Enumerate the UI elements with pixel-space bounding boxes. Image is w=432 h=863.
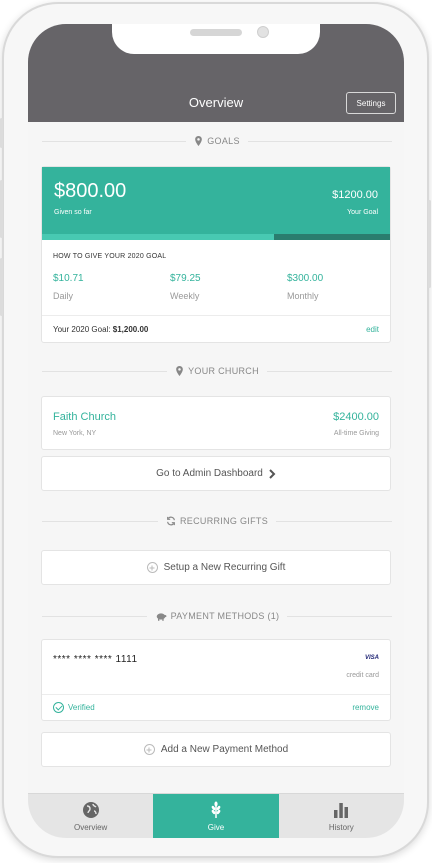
goal-footer: Your 2020 Goal: $1,200.00 edit [42, 315, 390, 342]
church-card[interactable]: Faith Church New York, NY $2400.00 All-t… [41, 396, 391, 450]
section-title: YOUR CHURCH [188, 366, 259, 376]
add-payment-method-button[interactable]: Add a New Payment Method [41, 732, 391, 767]
church-location: New York, NY [53, 430, 97, 437]
admin-dashboard-button[interactable]: Go to Admin Dashboard [41, 456, 391, 491]
given-label: Given so far [54, 209, 92, 216]
visa-icon: VISA [364, 655, 379, 661]
church-giving-amount: $2400.00 [333, 411, 379, 423]
tab-overview[interactable]: Overview [28, 794, 153, 838]
piggy-bank-icon [156, 612, 167, 621]
camera [257, 26, 269, 38]
setup-recurring-gift-button[interactable]: Setup a New Recurring Gift [41, 550, 391, 585]
weekly-label: Weekly [170, 291, 200, 301]
monthly-label: Monthly [287, 291, 319, 301]
plus-circle-icon [146, 562, 158, 573]
daily-amount: $10.71 [53, 273, 84, 284]
goals-section-label: GOALS [42, 134, 392, 148]
goal-label: Your Goal [347, 209, 378, 216]
card-type: credit card [346, 672, 379, 679]
payment-footer: Verified remove [42, 694, 390, 721]
tab-history[interactable]: History [279, 794, 404, 838]
add-payment-method-label: Add a New Payment Method [160, 744, 289, 755]
verified-label: Verified [68, 703, 95, 712]
section-title: GOALS [207, 136, 240, 146]
church-section-label: YOUR CHURCH [42, 364, 392, 378]
tab-bar: Overview Give History [28, 793, 404, 838]
refresh-icon [167, 516, 175, 526]
bar-chart-icon [334, 802, 349, 818]
admin-dashboard-label: Go to Admin Dashboard [156, 468, 263, 479]
weekly-amount: $79.25 [170, 273, 201, 284]
goal-summary-label: Your 2020 Goal: [53, 325, 113, 334]
goal-amount: $1200.00 [332, 189, 378, 201]
main-content: GOALS $800.00 Given so far $1200.00 Your… [28, 122, 404, 792]
settings-button[interactable]: Settings [346, 92, 396, 114]
phone-side-button [0, 258, 3, 316]
app-screen: Overview Settings GOALS $800.00 Given so… [28, 24, 404, 838]
card-number: **** **** **** 1111 [53, 654, 138, 665]
check-circle-icon [53, 702, 64, 713]
chevron-right-icon [269, 468, 276, 479]
setup-recurring-gift-label: Setup a New Recurring Gift [163, 562, 286, 573]
globe-icon [82, 801, 99, 818]
map-pin-icon [176, 366, 183, 376]
tab-label: History [328, 822, 354, 832]
phone-side-button [0, 180, 3, 238]
tab-label: Give [207, 822, 225, 832]
verified-status: Verified [53, 702, 95, 713]
goal-progress-fill [42, 234, 275, 240]
given-amount: $800.00 [54, 180, 127, 202]
section-title: RECURRING GIFTS [180, 516, 269, 526]
goals-card: $800.00 Given so far $1200.00 Your Goal … [41, 166, 391, 343]
goal-summary-amount: $1,200.00 [112, 325, 149, 334]
phone-side-button [0, 118, 3, 148]
remove-payment-link[interactable]: remove [352, 703, 379, 712]
how-to-give-title: HOW TO GIVE YOUR 2020 GOAL [53, 253, 167, 260]
phone-notch [112, 24, 320, 54]
payment-method-card: **** **** **** 1111 VISA credit card Ver… [41, 639, 391, 721]
goal-progress-bar [42, 234, 390, 240]
section-title: PAYMENT METHODS (1) [170, 611, 280, 621]
phone-side-button [428, 200, 431, 288]
payment-section-label: PAYMENT METHODS (1) [42, 609, 392, 623]
edit-goal-link[interactable]: edit [366, 325, 379, 334]
speaker [190, 29, 242, 36]
wheat-icon [211, 801, 221, 818]
goal-banner: $800.00 Given so far $1200.00 Your Goal [42, 167, 390, 240]
goal-summary: Your 2020 Goal: $1,200.00 [53, 325, 148, 334]
recurring-section-label: RECURRING GIFTS [42, 514, 392, 528]
tab-give[interactable]: Give [153, 794, 279, 838]
tab-label: Overview [73, 822, 108, 832]
church-name: Faith Church [53, 411, 116, 423]
church-giving-label: All-time Giving [333, 430, 379, 437]
monthly-amount: $300.00 [287, 273, 324, 284]
map-pin-icon [195, 136, 203, 146]
plus-circle-icon [143, 744, 155, 755]
daily-label: Daily [53, 291, 74, 301]
